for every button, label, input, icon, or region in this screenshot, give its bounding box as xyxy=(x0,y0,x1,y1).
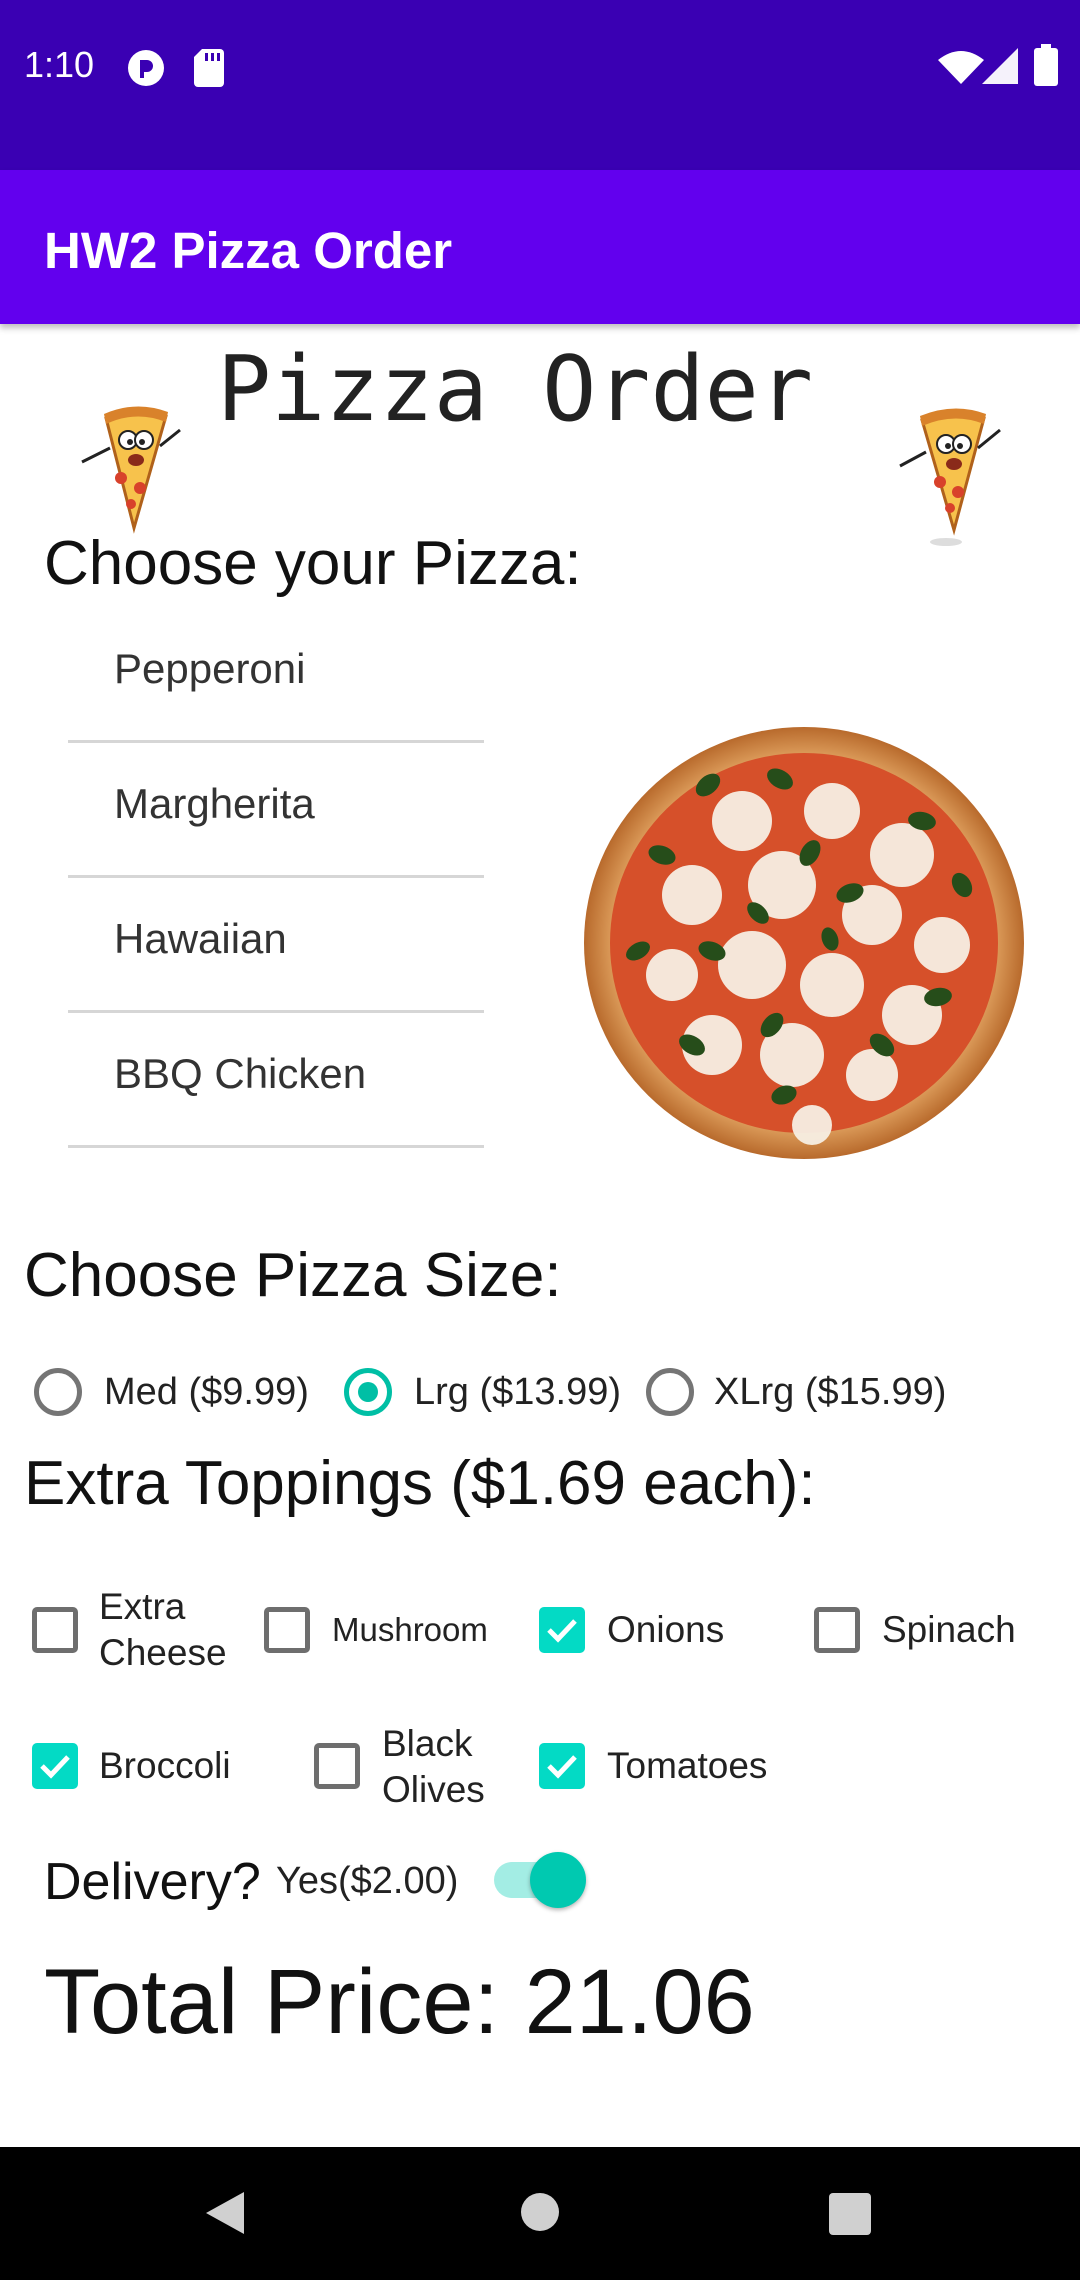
topping-checkbox-black-olives[interactable] xyxy=(314,1743,360,1789)
pizza-list-item[interactable]: Pepperoni xyxy=(68,605,484,743)
sd-card-icon xyxy=(194,49,224,87)
topping-checkbox-onions[interactable] xyxy=(539,1607,585,1653)
check-icon xyxy=(40,1755,70,1779)
pizza-list-item[interactable]: Hawaiian xyxy=(68,875,484,1013)
check-icon xyxy=(547,1619,577,1643)
topping-checkbox-broccoli[interactable] xyxy=(32,1743,78,1789)
topping-label-black-olives: Black Olives xyxy=(382,1723,485,1810)
toppings-title: Extra Toppings ($1.69 each): xyxy=(24,1449,816,1518)
size-label-med: Med ($9.99) xyxy=(104,1371,309,1413)
size-radio-lrg[interactable] xyxy=(344,1368,392,1416)
topping-checkbox-tomatoes[interactable] xyxy=(539,1743,585,1789)
topping-label-onions: Onions xyxy=(607,1609,725,1650)
size-radio-med[interactable] xyxy=(34,1368,82,1416)
pizza-list-item[interactable]: BBQ Chicken xyxy=(68,1010,484,1148)
total-price: Total Price: 21.06 xyxy=(44,1951,755,2053)
topping-checkbox-extra-cheese[interactable] xyxy=(32,1607,78,1653)
pizza-mascot-icon xyxy=(899,408,1001,546)
pizza-size-title: Choose Pizza Size: xyxy=(24,1241,562,1310)
back-icon[interactable] xyxy=(204,2190,246,2236)
delivery-label: Delivery? xyxy=(44,1853,261,1911)
delivery-option-label: Yes($2.00) xyxy=(276,1860,459,1902)
pizza-list-item[interactable]: Margherita xyxy=(68,740,484,878)
pizza-mascot-icon xyxy=(81,406,181,534)
topping-label-extra-cheese: Extra Cheese xyxy=(99,1586,227,1673)
wifi-icon xyxy=(938,51,984,84)
topping-label-tomatoes: Tomatoes xyxy=(607,1745,768,1786)
size-label-xlrg: XLrg ($15.99) xyxy=(714,1371,947,1413)
topping-label-mushroom: Mushroom xyxy=(332,1611,488,1648)
topping-label-spinach: Spinach xyxy=(882,1609,1016,1650)
pizza-list-label: BBQ Chicken xyxy=(114,1050,367,1097)
topping-checkbox-spinach[interactable] xyxy=(814,1607,860,1653)
topping-label-broccoli: Broccoli xyxy=(99,1745,231,1786)
topping-checkbox-mushroom[interactable] xyxy=(264,1607,310,1653)
pizza-list-label: Margherita xyxy=(114,780,315,827)
signal-icon xyxy=(982,48,1018,84)
pizza-image xyxy=(584,727,1024,1159)
size-radio-xlrg[interactable] xyxy=(646,1368,694,1416)
home-icon[interactable] xyxy=(520,2192,560,2232)
pizza-list-label: Pepperoni xyxy=(114,645,306,692)
app-title: HW2 Pizza Order xyxy=(44,222,453,279)
delivery-switch[interactable] xyxy=(530,1852,586,1908)
check-icon xyxy=(547,1755,577,1779)
size-label-lrg: Lrg ($13.99) xyxy=(414,1371,622,1413)
choose-pizza-title: Choose your Pizza: xyxy=(44,529,582,598)
pocket-casts-icon xyxy=(128,50,164,86)
battery-icon xyxy=(1034,44,1058,86)
pizza-list-label: Hawaiian xyxy=(114,915,287,962)
status-time: 1:10 xyxy=(24,44,95,85)
recents-icon[interactable] xyxy=(829,2193,871,2235)
